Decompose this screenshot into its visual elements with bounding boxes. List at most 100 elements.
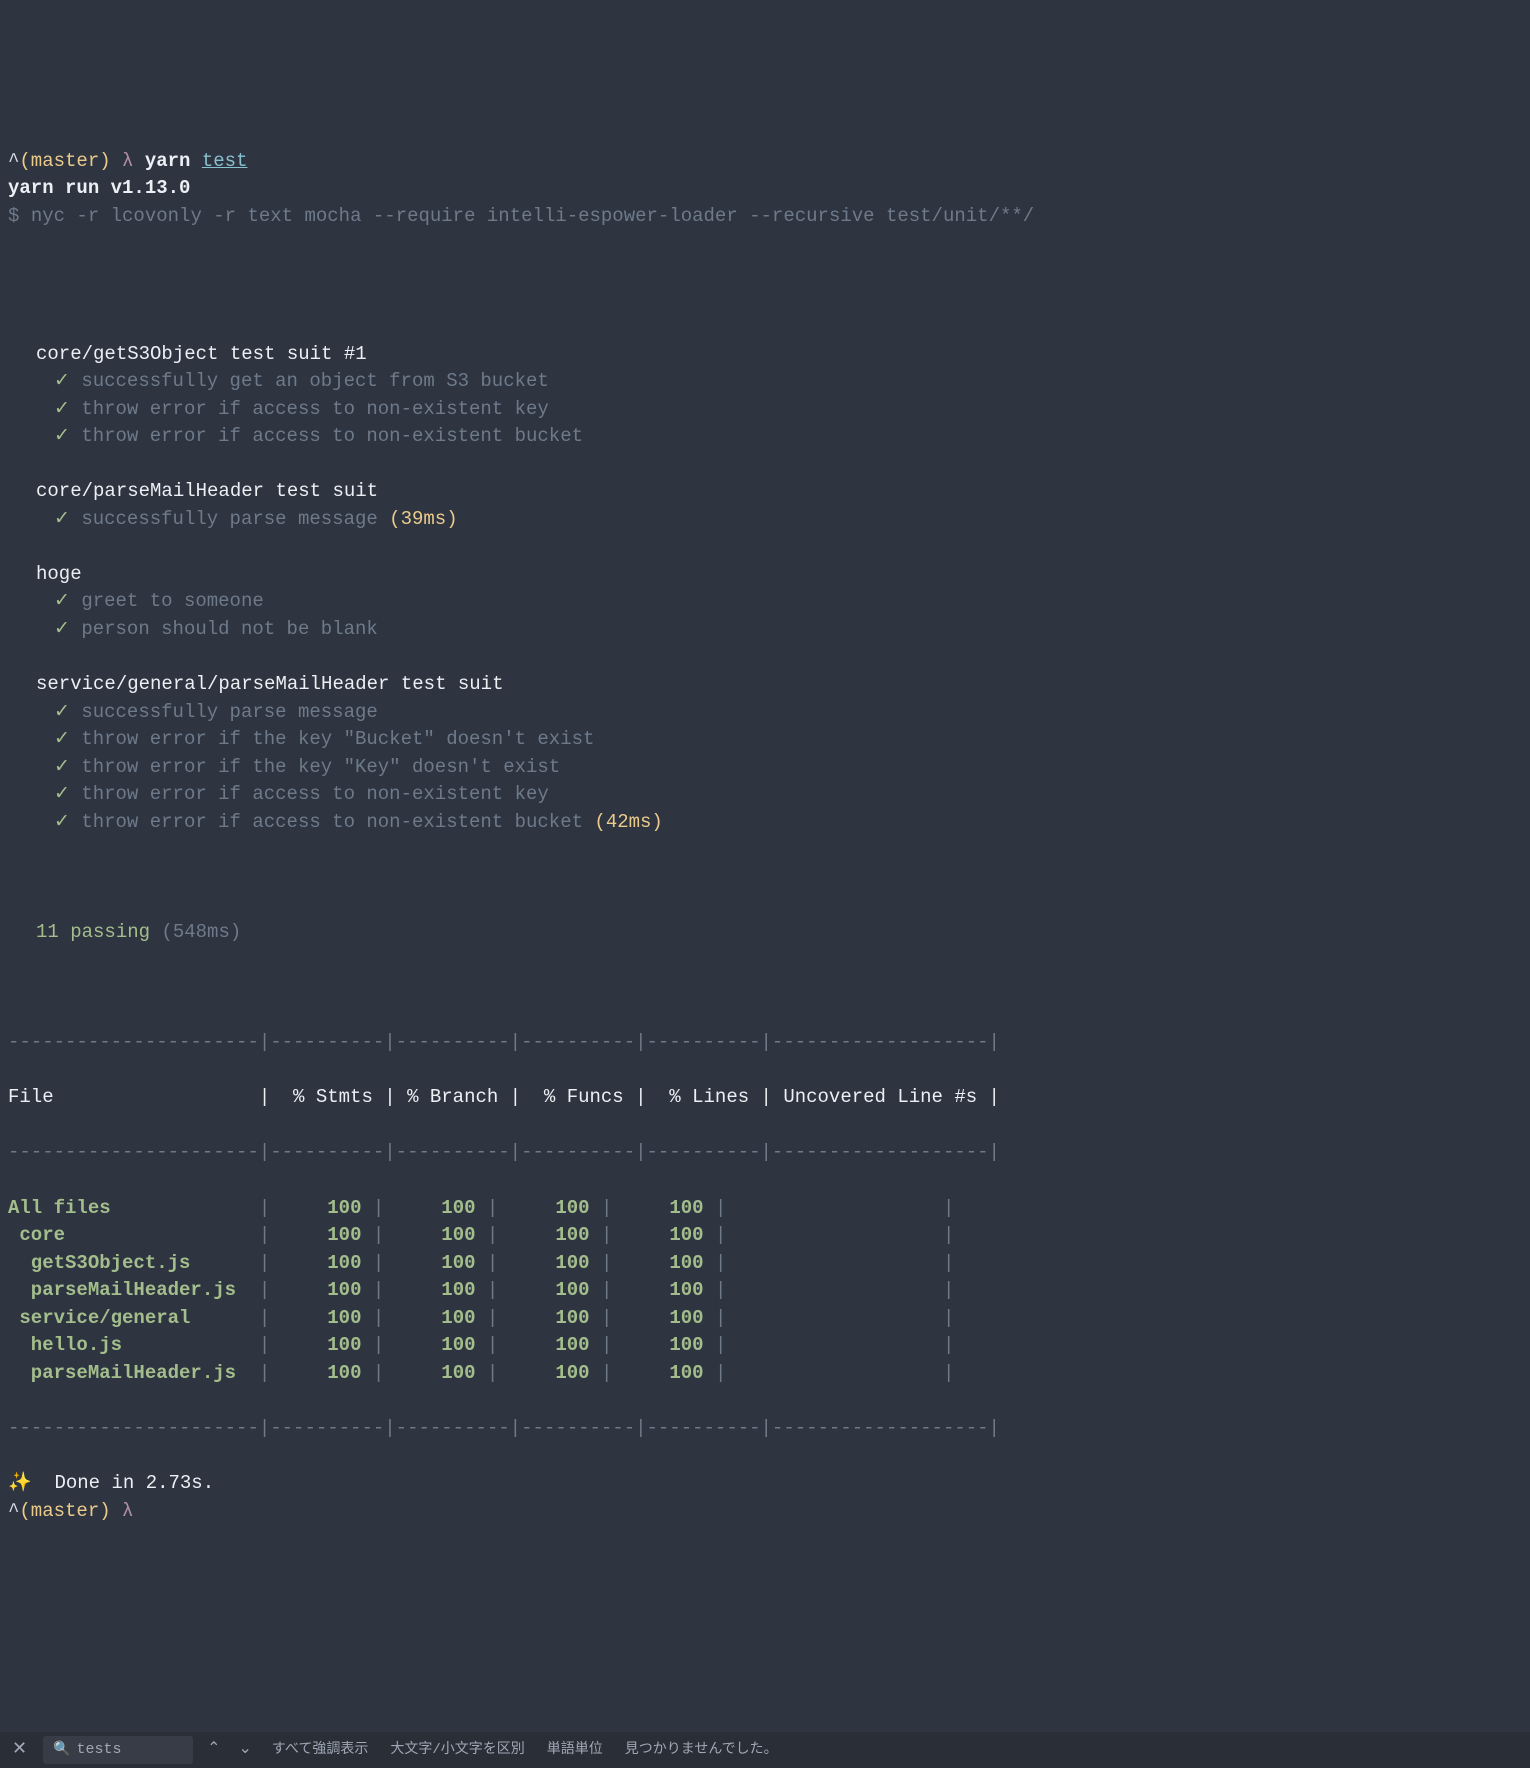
- table-separator: ----------------------|----------|------…: [8, 1415, 1522, 1443]
- coverage-uncovered: [726, 1307, 931, 1329]
- command-prefix: yarn: [145, 150, 202, 172]
- test-line: ✓ throw error if the key "Key" doesn't e…: [8, 754, 1522, 782]
- check-icon: ✓: [54, 811, 70, 833]
- blank-line: [8, 864, 1522, 892]
- coverage-funcs: 100: [498, 1224, 589, 1246]
- coverage-branch: 100: [384, 1334, 475, 1356]
- test-line: ✓ person should not be blank: [8, 616, 1522, 644]
- blank-line: [8, 974, 1522, 1002]
- search-input-wrapper[interactable]: 🔍 tests: [43, 1736, 193, 1764]
- caret: ^: [8, 150, 19, 172]
- test-description: successfully parse message: [81, 701, 377, 723]
- next-match-button[interactable]: ⌄: [235, 1738, 256, 1761]
- coverage-file: parseMailHeader.js: [8, 1279, 247, 1301]
- previous-match-button[interactable]: ⌃: [203, 1738, 224, 1761]
- test-line: ✓ throw error if access to non-existent …: [8, 423, 1522, 451]
- coverage-lines: 100: [612, 1279, 703, 1301]
- test-description: greet to someone: [81, 590, 263, 612]
- test-line: ✓ throw error if access to non-existent …: [8, 809, 1522, 837]
- suite-title: hoge: [8, 561, 1522, 589]
- test-description: throw error if the key "Key" doesn't exi…: [81, 756, 560, 778]
- test-line: ✓ successfully parse message (39ms): [8, 506, 1522, 534]
- coverage-file: All files: [8, 1197, 247, 1219]
- coverage-stmts: 100: [270, 1197, 361, 1219]
- test-suites: core/getS3Object test suit #1✓ successfu…: [8, 341, 1522, 837]
- command-link[interactable]: test: [202, 150, 248, 172]
- lambda-symbol: λ: [122, 1500, 133, 1522]
- close-icon[interactable]: ✕: [6, 1737, 33, 1763]
- coverage-file: service/general: [8, 1307, 247, 1329]
- coverage-branch: 100: [384, 1279, 475, 1301]
- lambda-symbol: λ: [122, 150, 133, 172]
- test-line: ✓ successfully get an object from S3 buc…: [8, 368, 1522, 396]
- coverage-row: service/general | 100 | 100 | 100 | 100 …: [8, 1305, 1522, 1333]
- check-icon: ✓: [54, 701, 70, 723]
- coverage-file: hello.js: [8, 1334, 247, 1356]
- check-icon: ✓: [54, 590, 70, 612]
- coverage-branch: 100: [384, 1252, 475, 1274]
- nyc-command: nyc -r lcovonly -r text mocha --require …: [31, 205, 1034, 227]
- coverage-funcs: 100: [498, 1362, 589, 1384]
- find-bar: ✕ 🔍 tests ⌃ ⌄ すべて強調表示 大文字/小文字を区別 単語単位 見つ…: [0, 1732, 1530, 1768]
- suite-title: core/parseMailHeader test suit: [8, 478, 1522, 506]
- terminal-output[interactable]: ^(master) λ yarn test yarn run v1.13.0 $…: [8, 120, 1522, 1565]
- coverage-funcs: 100: [498, 1279, 589, 1301]
- test-description: successfully parse message: [81, 508, 377, 530]
- coverage-branch: 100: [384, 1197, 475, 1219]
- coverage-uncovered: [726, 1197, 931, 1219]
- blank-line: [8, 285, 1522, 313]
- coverage-stmts: 100: [270, 1252, 361, 1274]
- coverage-stmts: 100: [270, 1362, 361, 1384]
- coverage-file: core: [8, 1224, 247, 1246]
- coverage-table-body: All files | 100 | 100 | 100 | 100 | | co…: [8, 1195, 1522, 1388]
- search-input[interactable]: tests: [77, 1739, 122, 1761]
- test-description: throw error if the key "Bucket" doesn't …: [81, 728, 594, 750]
- coverage-uncovered: [726, 1252, 931, 1274]
- coverage-lines: 100: [612, 1307, 703, 1329]
- blank-line: [8, 644, 1522, 672]
- test-duration: (42ms): [583, 811, 663, 833]
- coverage-branch: 100: [384, 1224, 475, 1246]
- passing-count: 11 passing: [36, 921, 150, 943]
- search-icon: 🔍: [53, 1740, 70, 1760]
- check-icon: ✓: [54, 783, 70, 805]
- yarn-run-line: yarn run v1.13.0: [8, 177, 190, 199]
- coverage-lines: 100: [612, 1334, 703, 1356]
- test-description: throw error if access to non-existent ke…: [81, 398, 548, 420]
- coverage-branch: 100: [384, 1307, 475, 1329]
- coverage-row: core | 100 | 100 | 100 | 100 | |: [8, 1222, 1522, 1250]
- coverage-funcs: 100: [498, 1334, 589, 1356]
- passing-summary: 11 passing (548ms): [8, 919, 1522, 947]
- check-icon: ✓: [54, 370, 70, 392]
- git-branch: (master): [19, 1500, 110, 1522]
- prompt-line-1: ^(master) λ yarn test: [8, 150, 247, 172]
- not-found-message: 見つかりませんでした。: [619, 1740, 784, 1760]
- nyc-command-line: $ nyc -r lcovonly -r text mocha --requir…: [8, 205, 1034, 227]
- check-icon: ✓: [54, 728, 70, 750]
- coverage-uncovered: [726, 1224, 931, 1246]
- table-separator: ----------------------|----------|------…: [8, 1139, 1522, 1167]
- test-line: ✓ throw error if access to non-existent …: [8, 396, 1522, 424]
- coverage-branch: 100: [384, 1362, 475, 1384]
- whole-word-option[interactable]: 単語単位: [541, 1740, 609, 1760]
- coverage-row: All files | 100 | 100 | 100 | 100 | |: [8, 1195, 1522, 1223]
- highlight-all-option[interactable]: すべて強調表示: [266, 1740, 374, 1760]
- blank-line: [8, 451, 1522, 479]
- git-branch: (master): [19, 150, 110, 172]
- blank-line: [8, 230, 1522, 258]
- coverage-uncovered: [726, 1362, 931, 1384]
- coverage-row: hello.js | 100 | 100 | 100 | 100 | |: [8, 1332, 1522, 1360]
- coverage-stmts: 100: [270, 1279, 361, 1301]
- check-icon: ✓: [54, 756, 70, 778]
- test-description: throw error if access to non-existent bu…: [81, 425, 583, 447]
- match-case-option[interactable]: 大文字/小文字を区別: [384, 1740, 530, 1760]
- coverage-row: parseMailHeader.js | 100 | 100 | 100 | 1…: [8, 1277, 1522, 1305]
- coverage-lines: 100: [612, 1224, 703, 1246]
- blank-line: [8, 533, 1522, 561]
- prompt-line-2: ^(master) λ: [8, 1500, 133, 1522]
- coverage-uncovered: [726, 1279, 931, 1301]
- coverage-file: getS3Object.js: [8, 1252, 247, 1274]
- done-line: ✨ Done in 2.73s.: [8, 1472, 214, 1494]
- caret: ^: [8, 1500, 19, 1522]
- coverage-funcs: 100: [498, 1197, 589, 1219]
